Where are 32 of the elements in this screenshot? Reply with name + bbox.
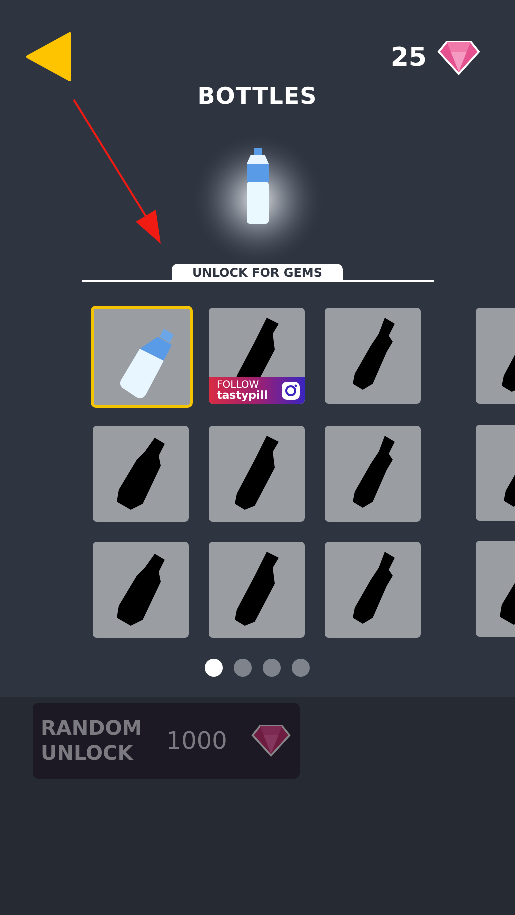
bottle-silhouette-icon [353, 552, 395, 624]
bottle-silhouette-icon [353, 318, 395, 390]
random-unlock-button[interactable]: RANDOM UNLOCK 1000 [33, 703, 300, 779]
page-dot[interactable] [263, 659, 281, 677]
gem-count: 25 [390, 43, 427, 73]
bottle-tile[interactable] [93, 426, 189, 522]
bottle-drawing [120, 329, 174, 399]
camera-icon [281, 380, 301, 400]
unlock-label: UNLOCK FOR GEMS [172, 264, 344, 282]
bottle-tile[interactable] [93, 542, 189, 638]
follow-handle: tastypill [217, 390, 268, 400]
bottle-tile[interactable] [325, 308, 421, 404]
page-title: BOTTLES [198, 84, 318, 110]
bottle-tile[interactable] [325, 426, 421, 522]
follow-label: FOLLOW [217, 380, 260, 390]
bottle-silhouette-icon [117, 438, 165, 510]
bottle-silhouette-icon [353, 436, 395, 508]
bottle-tile[interactable] [91, 306, 193, 408]
bottle-silhouette-icon [117, 554, 165, 626]
back-button[interactable] [26, 32, 72, 82]
page-dot[interactable] [205, 659, 223, 677]
bottle-tile[interactable] [209, 542, 305, 638]
page-dot[interactable] [292, 659, 310, 677]
bottle-tile[interactable] [209, 426, 305, 522]
gem-icon [437, 40, 481, 76]
bottle-silhouette-icon [235, 436, 279, 510]
bottle-silhouette-icon [235, 552, 279, 626]
follow-banner[interactable]: FOLLOW tastypill [209, 377, 305, 404]
bottle-tile[interactable]: FOLLOW tastypill [209, 308, 305, 404]
gem-icon [251, 723, 292, 759]
bottle-tile[interactable] [325, 542, 421, 638]
page-dot[interactable] [234, 659, 252, 677]
